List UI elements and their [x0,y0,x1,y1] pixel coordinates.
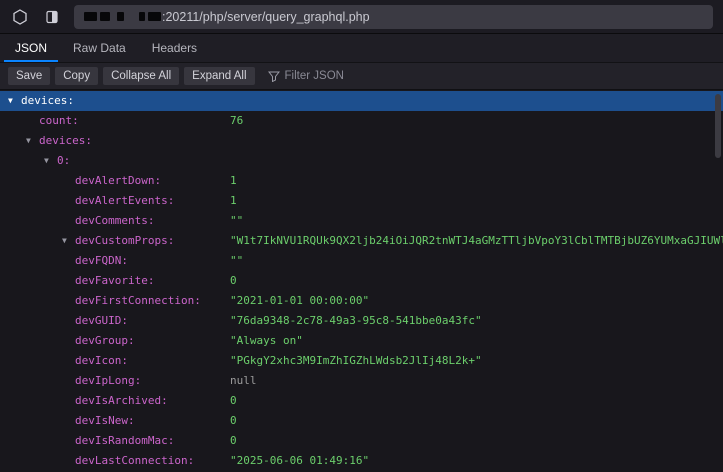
json-row[interactable]: count: 76 [0,111,723,131]
json-value: "W1t7IkNVU1RQUk9QX2ljb24iOiJQR2tnWTJ4aGM… [230,231,723,251]
json-row[interactable]: devFQDN: "" [0,251,723,271]
json-key: devAlertDown: [75,174,161,187]
json-key: devFavorite: [75,274,154,287]
json-key: devAlertEvents: [75,194,174,207]
json-row[interactable]: ▼devCustomProps: "W1t7IkNVU1RQUk9QX2ljb24… [0,231,723,251]
json-row[interactable]: devIcon: "PGkgY2xhc3M9ImZhIGZhLWdsb2JlIj4… [0,351,723,371]
expand-toggle-icon[interactable]: ▼ [26,131,39,151]
json-key: 0: [57,154,70,167]
json-row[interactable]: devComments: "" [0,211,723,231]
dark-mode-contrast-icon[interactable] [42,7,62,27]
json-tree: ▼devices:count:76▼devices:▼0:devAlertDow… [0,90,723,471]
json-value: "PGkgY2xhc3M9ImZhIGZhLWdsb2JlIj48L2k+" [230,351,482,371]
json-key: devCustomProps: [75,234,174,247]
json-row[interactable]: devIpLong: null [0,371,723,391]
filter-json-wrap [268,70,445,82]
json-row[interactable]: devLastConnection: "2025-06-06 01:49:16" [0,451,723,471]
json-value: "2025-06-06 01:49:16" [230,451,369,471]
json-key: devLastConnection: [75,454,194,467]
json-toolbar: Save Copy Collapse All Expand All [0,63,723,90]
json-row[interactable]: ▼devices: [0,91,723,111]
json-row[interactable]: devFirstConnection: "2021-01-01 00:00:00" [0,291,723,311]
json-value: null [230,371,257,391]
json-value: "2021-01-01 00:00:00" [230,291,369,311]
redacted-host-block [148,12,161,21]
redacted-host-block [117,12,124,21]
json-row[interactable]: devIsRandomMac: 0 [0,431,723,451]
shield-hexagon-icon[interactable] [10,7,30,27]
json-value: 1 [230,191,237,211]
url-bar[interactable]: :20211/php/server/query_graphql.php [74,5,713,29]
json-value: 0 [230,411,237,431]
tab-headers[interactable]: Headers [139,34,210,62]
json-row[interactable]: ▼0: [0,151,723,171]
redacted-host-block [100,12,110,21]
json-key: devFQDN: [75,254,128,267]
tab-json[interactable]: JSON [2,34,60,62]
scrollbar-thumb[interactable] [715,94,721,158]
json-key: devices: [39,134,92,147]
json-value: "76da9348-2c78-49a3-95c8-541bbe0a43fc" [230,311,482,331]
json-value: 0 [230,271,237,291]
expand-all-button[interactable]: Expand All [184,67,254,86]
json-key: devIpLong: [75,374,141,387]
json-value: 1 [230,171,237,191]
redacted-host-block [84,12,97,21]
browser-toolbar: :20211/php/server/query_graphql.php [0,0,723,34]
copy-button[interactable]: Copy [55,67,98,86]
json-key: devComments: [75,214,154,227]
json-value: 76 [230,111,243,131]
json-row[interactable]: devAlertDown: 1 [0,171,723,191]
redacted-host-block [139,12,145,21]
json-key: devices: [21,94,74,107]
filter-funnel-icon [268,70,280,82]
collapse-all-button[interactable]: Collapse All [103,67,179,86]
save-button[interactable]: Save [8,67,50,86]
json-row[interactable]: devAlertEvents: 1 [0,191,723,211]
url-path-text: :20211/php/server/query_graphql.php [162,10,370,24]
json-value: "Always on" [230,331,303,351]
expand-toggle-icon[interactable]: ▼ [62,231,75,251]
json-value: "" [230,211,243,231]
json-value: 0 [230,391,237,411]
json-key: devFirstConnection: [75,294,201,307]
json-row[interactable]: devGroup: "Always on" [0,331,723,351]
json-value: "" [230,251,243,271]
json-viewer-tabs: JSON Raw Data Headers [0,34,723,63]
tab-raw-data[interactable]: Raw Data [60,34,139,62]
json-key: devGUID: [75,314,128,327]
json-key: devIsArchived: [75,394,168,407]
expand-toggle-icon[interactable]: ▼ [44,151,57,171]
json-key: devGroup: [75,334,135,347]
json-row[interactable]: devIsNew: 0 [0,411,723,431]
json-row[interactable]: devGUID: "76da9348-2c78-49a3-95c8-541bbe0… [0,311,723,331]
json-row[interactable]: devIsArchived: 0 [0,391,723,411]
json-row[interactable]: devFavorite: 0 [0,271,723,291]
json-key: devIsRandomMac: [75,434,174,447]
json-key: devIcon: [75,354,128,367]
json-value: 0 [230,431,237,451]
json-key: devIsNew: [75,414,135,427]
json-key: count: [39,114,79,127]
expand-toggle-icon[interactable]: ▼ [8,91,21,111]
filter-json-input[interactable] [285,70,445,82]
json-row[interactable]: ▼devices: [0,131,723,151]
